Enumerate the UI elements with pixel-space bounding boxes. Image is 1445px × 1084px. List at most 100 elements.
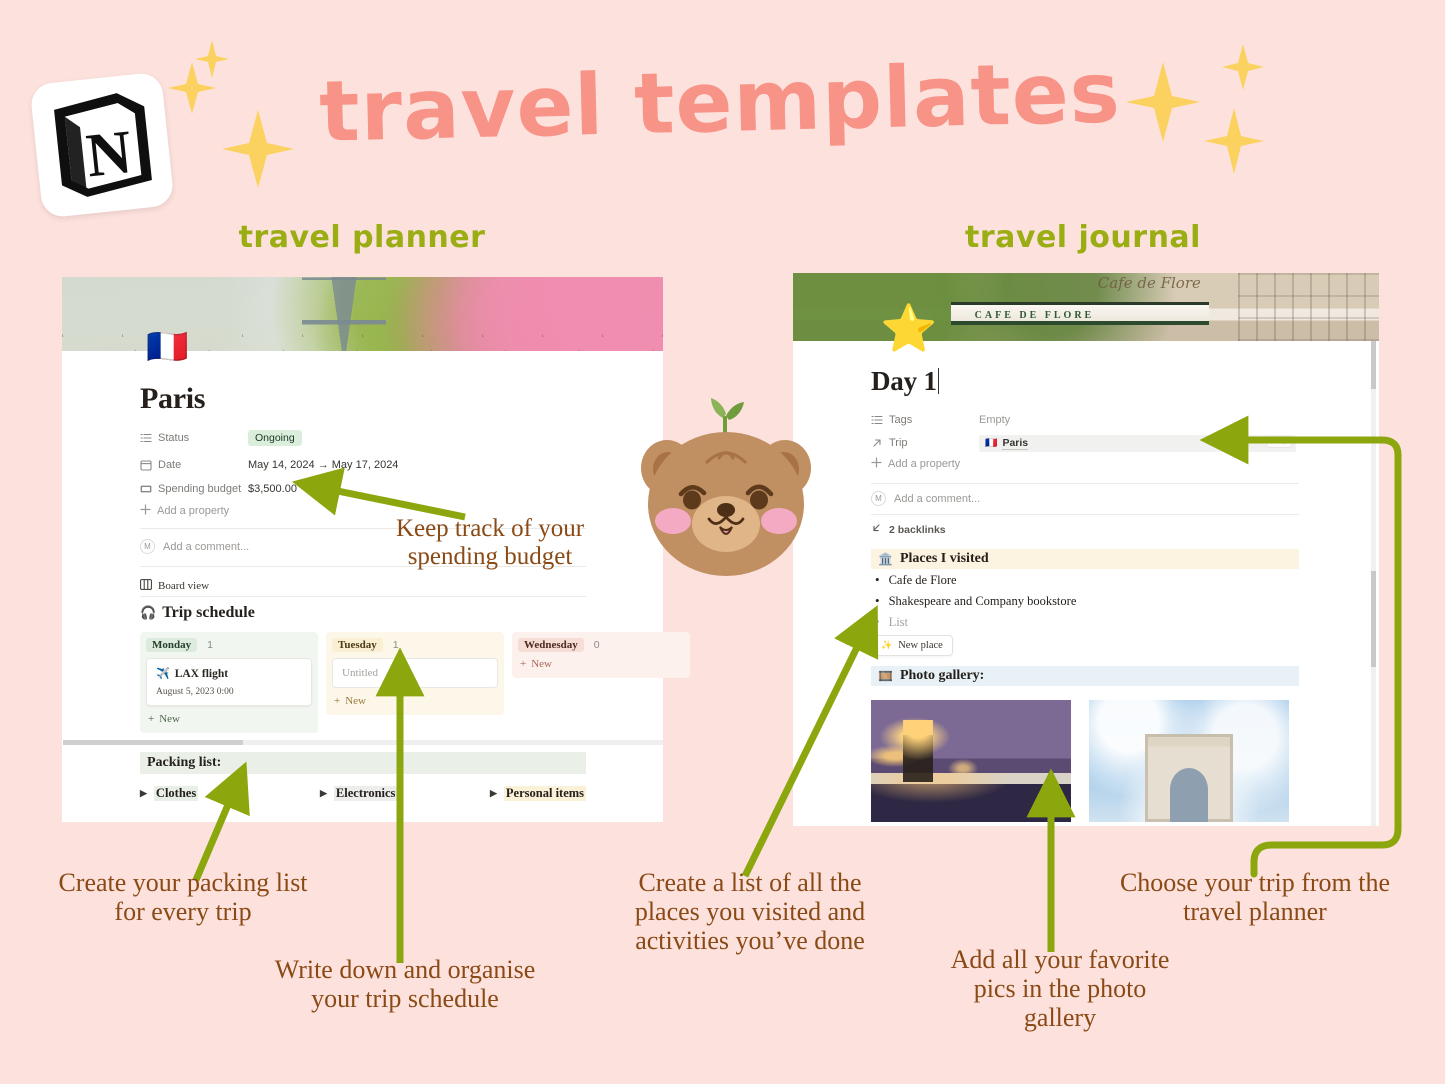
status-badge[interactable]: Ongoing xyxy=(248,430,302,446)
property-row-trip[interactable]: Trip 🇫🇷 Paris − + xyxy=(871,434,1296,452)
minus-icon[interactable]: − xyxy=(1271,437,1276,447)
board-column-monday: Monday 1 ✈️ LAX flight August 5, 2023 0:… xyxy=(140,632,318,733)
bear-mascot xyxy=(637,396,815,591)
comment-input-planner[interactable]: M Add a comment... xyxy=(140,539,249,554)
plus-icon xyxy=(140,504,151,518)
board-column-tuesday: Tuesday 1 Untitled + New xyxy=(326,632,504,733)
new-card-button-monday[interactable]: + New xyxy=(146,713,312,725)
section-label-planner: travel planner xyxy=(238,220,486,255)
bullet-icon: • xyxy=(875,572,880,587)
backlinks-button[interactable]: 2 backlinks xyxy=(871,523,946,537)
place-list-item[interactable]: • Shakespeare and Company bookstore xyxy=(875,594,1076,609)
annotation-photo-gallery: Add all your favorite pics in the photo … xyxy=(950,945,1170,1033)
place-list-item[interactable]: • Cafe de Flore xyxy=(875,573,957,588)
new-place-button[interactable]: ✨ New place xyxy=(873,635,953,656)
annotation-places-list: Create a list of all the places you visi… xyxy=(634,868,866,956)
property-row-spending-budget[interactable]: Spending budget $3,500.00 xyxy=(140,480,297,498)
board-card[interactable]: ✈️ LAX flight August 5, 2023 0:00 xyxy=(146,658,312,706)
plus-icon[interactable]: + xyxy=(1282,437,1287,447)
board-card-untitled[interactable]: Untitled xyxy=(332,658,498,688)
new-card-button-wednesday[interactable]: + New xyxy=(518,658,684,670)
board-horizontal-scrollbar[interactable] xyxy=(63,740,663,745)
card-title-row: ✈️ LAX flight xyxy=(156,667,229,681)
board-view-icon xyxy=(140,579,152,593)
column-header: Monday 1 xyxy=(146,638,312,652)
plus-icon xyxy=(871,457,882,471)
bullet-icon: • xyxy=(875,614,880,629)
packing-list-heading: Packing list: xyxy=(140,752,586,774)
property-row-date[interactable]: Date May 14, 2024 → May 17, 2024 xyxy=(140,456,398,474)
board-view-tab[interactable]: Board view xyxy=(140,579,209,593)
comment-placeholder: Add a comment... xyxy=(894,492,981,505)
annotation-packing-list: Create your packing list for every trip xyxy=(58,868,308,927)
avatar: M xyxy=(140,539,155,554)
packing-toggle-personal-items[interactable]: ▶ Personal items xyxy=(490,786,587,801)
card-subtitle: August 5, 2023 0:00 xyxy=(156,687,234,697)
svg-text:N: N xyxy=(83,118,135,190)
packing-toggle-clothes[interactable]: ▶ Clothes xyxy=(140,786,199,801)
sparkle-icon xyxy=(195,40,229,78)
property-label-tags: Tags xyxy=(871,414,979,426)
add-property-button-planner[interactable]: Add a property xyxy=(140,504,229,518)
divider xyxy=(140,596,586,597)
comment-placeholder: Add a comment... xyxy=(163,540,250,553)
property-label-trip: Trip xyxy=(871,437,979,449)
planner-page-title[interactable]: Paris xyxy=(140,382,205,416)
gallery-image-pont-alexandre[interactable] xyxy=(871,700,1071,822)
property-row-tags[interactable]: Tags Empty xyxy=(871,411,1010,429)
scrollbar-thumb[interactable] xyxy=(63,740,243,745)
airplane-icon: ✈️ xyxy=(156,668,170,680)
chevron-right-icon[interactable]: ▶ xyxy=(140,788,147,799)
scrollbar-thumb-top[interactable] xyxy=(1371,341,1376,389)
add-property-button-journal[interactable]: Add a property xyxy=(871,457,960,471)
column-header: Tuesday 1 xyxy=(332,638,498,652)
divider xyxy=(871,483,1299,484)
journal-page-title[interactable]: Day 1 xyxy=(871,366,939,397)
journal-vertical-scrollbar[interactable] xyxy=(1371,341,1376,826)
property-value-spending-budget[interactable]: $3,500.00 xyxy=(248,483,297,495)
column-count: 1 xyxy=(392,639,399,651)
property-label-spending-budget: Spending budget xyxy=(140,483,248,495)
column-name: Wednesday xyxy=(518,638,584,652)
money-icon xyxy=(140,483,152,495)
gallery-image-arc-de-triomphe[interactable] xyxy=(1089,700,1289,822)
sparkle-icon xyxy=(1204,108,1264,174)
board-column-wednesday: Wednesday 0 + New xyxy=(512,632,690,733)
places-i-visited-heading: 🏛️ Places I visited xyxy=(871,549,1299,569)
cover-script-text: Cafe de Flore xyxy=(1097,274,1201,292)
property-row-status[interactable]: Status Ongoing xyxy=(140,429,302,447)
plus-icon: + xyxy=(148,713,155,725)
column-count: 1 xyxy=(207,639,213,651)
classical-building-icon: 🏛️ xyxy=(878,551,893,566)
trip-schedule-heading: 🎧 Trip schedule xyxy=(140,604,255,621)
relation-stepper[interactable]: − + xyxy=(1266,435,1292,448)
calendar-icon xyxy=(140,459,152,471)
journal-page-emoji[interactable]: ⭐ xyxy=(880,305,937,351)
chevron-right-icon[interactable]: ▶ xyxy=(320,788,327,799)
sparkles-icon: ✨ xyxy=(881,640,893,650)
packing-toggle-electronics[interactable]: ▶ Electronics xyxy=(320,786,398,801)
headphones-icon: 🎧 xyxy=(140,605,157,620)
bullet-icon: • xyxy=(875,593,880,608)
comment-input-journal[interactable]: M Add a comment... xyxy=(871,491,980,506)
scrollbar-thumb[interactable] xyxy=(1371,571,1376,667)
photo-gallery xyxy=(871,700,1289,822)
property-value-tags[interactable]: Empty xyxy=(979,414,1010,426)
annotation-spending-budget: Keep track of your spending budget xyxy=(395,515,585,570)
list-icon xyxy=(140,432,152,444)
annotation-trip-schedule: Write down and organise your trip schedu… xyxy=(274,955,536,1014)
sparkle-icon xyxy=(222,110,294,188)
plus-icon: + xyxy=(520,658,527,670)
column-count: 0 xyxy=(593,639,600,651)
new-card-button-tuesday[interactable]: + New xyxy=(332,695,498,707)
cover-sign-text: CAFE DE FLORE xyxy=(974,310,1095,322)
property-value-date[interactable]: May 14, 2024 → May 17, 2024 xyxy=(248,459,398,471)
planner-page-emoji[interactable]: 🇫🇷 xyxy=(146,330,188,364)
property-label-status: Status xyxy=(140,432,248,444)
relation-chip-paris[interactable]: 🇫🇷 Paris − + xyxy=(979,434,1296,452)
column-name: Monday xyxy=(146,638,198,652)
chevron-right-icon[interactable]: ▶ xyxy=(490,788,497,799)
avatar: M xyxy=(871,491,886,506)
place-list-item-empty[interactable]: • List xyxy=(875,615,908,630)
film-frames-icon: 🎞️ xyxy=(878,668,893,683)
